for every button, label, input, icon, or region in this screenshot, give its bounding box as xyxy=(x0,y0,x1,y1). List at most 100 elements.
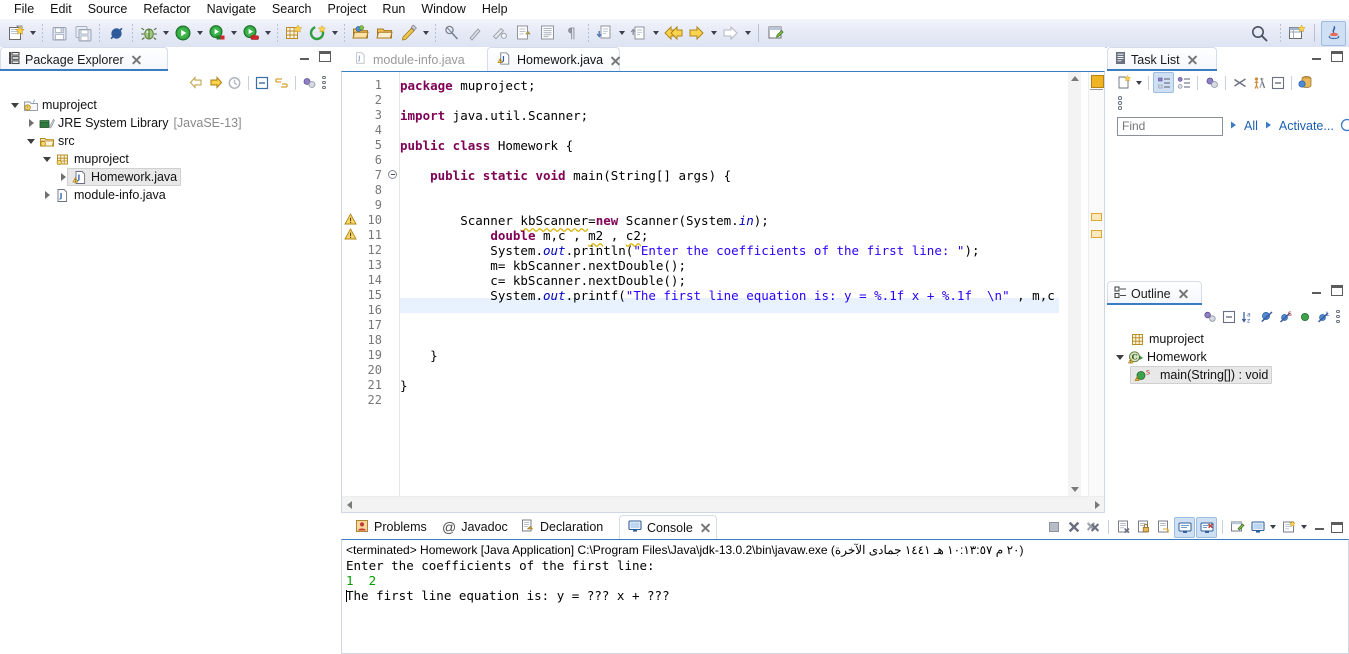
minimize-icon[interactable] xyxy=(1311,52,1322,62)
next-edit-icon[interactable] xyxy=(720,22,742,44)
new-dropdown-caret[interactable] xyxy=(28,23,37,43)
filter-activate-arrow-icon[interactable] xyxy=(1264,119,1273,133)
word-wrap-icon[interactable] xyxy=(1154,518,1173,537)
close-icon[interactable] xyxy=(700,522,708,533)
link-icon[interactable] xyxy=(465,22,487,44)
link-with-editor-icon[interactable] xyxy=(272,73,291,92)
menu-item-window[interactable]: Window xyxy=(413,0,473,19)
scroll-down-arrow-icon[interactable] xyxy=(1068,483,1081,496)
view-menu-icon[interactable] xyxy=(1333,308,1343,326)
overview-warning-marker[interactable] xyxy=(1091,213,1102,221)
pin-console-icon[interactable] xyxy=(1228,518,1247,537)
menu-item-navigate[interactable]: Navigate xyxy=(199,0,264,19)
chevron-down-icon[interactable] xyxy=(24,132,38,150)
view-menu-history-icon[interactable] xyxy=(225,73,244,92)
show-console-on-error-icon[interactable] xyxy=(1196,516,1217,538)
filter-all-arrow-icon[interactable] xyxy=(1229,119,1238,133)
hide-nonpublic-icon[interactable] xyxy=(1295,307,1314,326)
scroll-left-arrow-icon[interactable] xyxy=(342,497,356,512)
forward-icon[interactable] xyxy=(686,22,708,44)
remove-all-terminated-icon[interactable] xyxy=(1084,518,1103,537)
fold-collapse-icon[interactable] xyxy=(388,170,397,179)
collapse-all-icon[interactable] xyxy=(1219,307,1238,326)
next-edit-caret[interactable] xyxy=(743,23,752,43)
overview-warning-marker[interactable] xyxy=(1091,230,1102,238)
synchronize-changed-icon[interactable] xyxy=(1230,73,1249,92)
filter-all-link[interactable]: All xyxy=(1244,119,1258,133)
tree-row-muproject[interactable]: ! muproject xyxy=(0,96,337,114)
scroll-lock-icon[interactable] xyxy=(1134,518,1153,537)
tab-javadoc[interactable]: @ Javadoc xyxy=(434,515,516,539)
view-menu-icon[interactable] xyxy=(1115,94,1125,112)
warning-marker-icon[interactable] xyxy=(344,228,357,243)
tab-outline[interactable]: Outline xyxy=(1107,281,1202,305)
sort-icon[interactable]: a z xyxy=(1238,307,1257,326)
editor-overview-ruler[interactable] xyxy=(1088,72,1104,496)
clock-icon[interactable] xyxy=(1340,118,1349,135)
tab-declaration[interactable]: Declaration xyxy=(513,515,611,539)
focus-on-active-task-icon[interactable] xyxy=(1200,307,1219,326)
tab-package-explorer[interactable]: Package Explorer xyxy=(0,47,168,71)
search-icon[interactable] xyxy=(398,22,420,44)
warning-marker-icon[interactable] xyxy=(344,213,357,228)
chevron-down-icon[interactable] xyxy=(1113,348,1127,366)
new-task-icon[interactable] xyxy=(1115,73,1134,92)
outline-row-homework[interactable]: C Homework xyxy=(1107,348,1349,366)
code-line[interactable]: import java.util.Scanner; xyxy=(400,108,588,123)
editor-horizontal-scrollbar[interactable] xyxy=(342,496,1104,512)
show-console-on-output-icon[interactable] xyxy=(1174,516,1195,538)
tab-task-list[interactable]: Task List xyxy=(1107,47,1217,71)
export-icon[interactable] xyxy=(513,22,535,44)
open-console-icon[interactable] xyxy=(1279,518,1298,537)
code-line[interactable]: } xyxy=(400,378,408,393)
outline-row-main-method[interactable]: S main(String[]) : void xyxy=(1107,366,1349,384)
code-line[interactable]: System.out.println("Enter the coefficien… xyxy=(400,243,979,258)
code-line[interactable]: } xyxy=(400,348,438,363)
tab-console[interactable]: Console xyxy=(619,515,717,539)
open-perspective-icon[interactable] xyxy=(1286,22,1308,44)
chevron-right-icon[interactable] xyxy=(24,114,38,132)
back-icon[interactable] xyxy=(187,73,206,92)
coverage-caret[interactable] xyxy=(330,23,339,43)
tree-row-homework-java[interactable]: J Homework.java xyxy=(0,168,337,186)
minimize-icon[interactable] xyxy=(1314,522,1325,532)
external-tools-caret[interactable] xyxy=(263,23,272,43)
code-line[interactable]: double m,c , m2 , c2; xyxy=(400,228,648,243)
new-window-icon[interactable] xyxy=(765,22,787,44)
view-menu-icon[interactable] xyxy=(319,74,329,92)
task-repository-icon[interactable] xyxy=(1296,73,1315,92)
previous-annotation-icon[interactable] xyxy=(628,22,650,44)
tree-row-package-muproject[interactable]: muproject xyxy=(0,150,337,168)
scroll-up-arrow-icon[interactable] xyxy=(1068,72,1081,85)
focus-on-workweek-icon[interactable] xyxy=(1202,73,1221,92)
forward-icon[interactable] xyxy=(206,73,225,92)
close-icon[interactable] xyxy=(131,54,142,65)
close-icon[interactable] xyxy=(1187,54,1198,65)
external-tools-icon[interactable] xyxy=(240,22,262,44)
menu-item-project[interactable]: Project xyxy=(320,0,375,19)
new-java-project-icon[interactable] xyxy=(5,22,27,44)
editor-marker-gutter[interactable] xyxy=(342,72,358,496)
new-task-caret[interactable] xyxy=(1134,73,1143,93)
pilcrow-icon[interactable]: ¶ xyxy=(561,22,583,44)
hide-static-icon[interactable]: S xyxy=(1276,307,1295,326)
save-all-icon[interactable] xyxy=(72,22,94,44)
terminate-icon[interactable] xyxy=(1044,518,1063,537)
code-line[interactable]: package muproject; xyxy=(400,78,535,93)
open-task-icon[interactable] xyxy=(374,22,396,44)
menu-item-file[interactable]: File xyxy=(6,0,42,19)
maximize-icon[interactable] xyxy=(1331,521,1343,533)
editor-vertical-scrollbar[interactable] xyxy=(1068,72,1081,496)
editor-tab-module-info[interactable]: J module-info.java xyxy=(345,47,485,72)
hide-fields-icon[interactable] xyxy=(1257,307,1276,326)
chevron-down-icon[interactable] xyxy=(40,150,54,168)
chevron-down-icon[interactable] xyxy=(8,96,22,114)
code-line[interactable]: public class Homework { xyxy=(400,138,573,153)
next-annotation-icon[interactable] xyxy=(594,22,616,44)
menu-item-run[interactable]: Run xyxy=(374,0,413,19)
display-selected-console-icon[interactable] xyxy=(1248,518,1267,537)
skip-all-breakpoints-icon[interactable] xyxy=(105,22,127,44)
tree-row-module-info-java[interactable]: J module-info.java xyxy=(0,186,337,204)
debug-icon[interactable] xyxy=(138,22,160,44)
filter-activate-link[interactable]: Activate... xyxy=(1279,119,1334,133)
